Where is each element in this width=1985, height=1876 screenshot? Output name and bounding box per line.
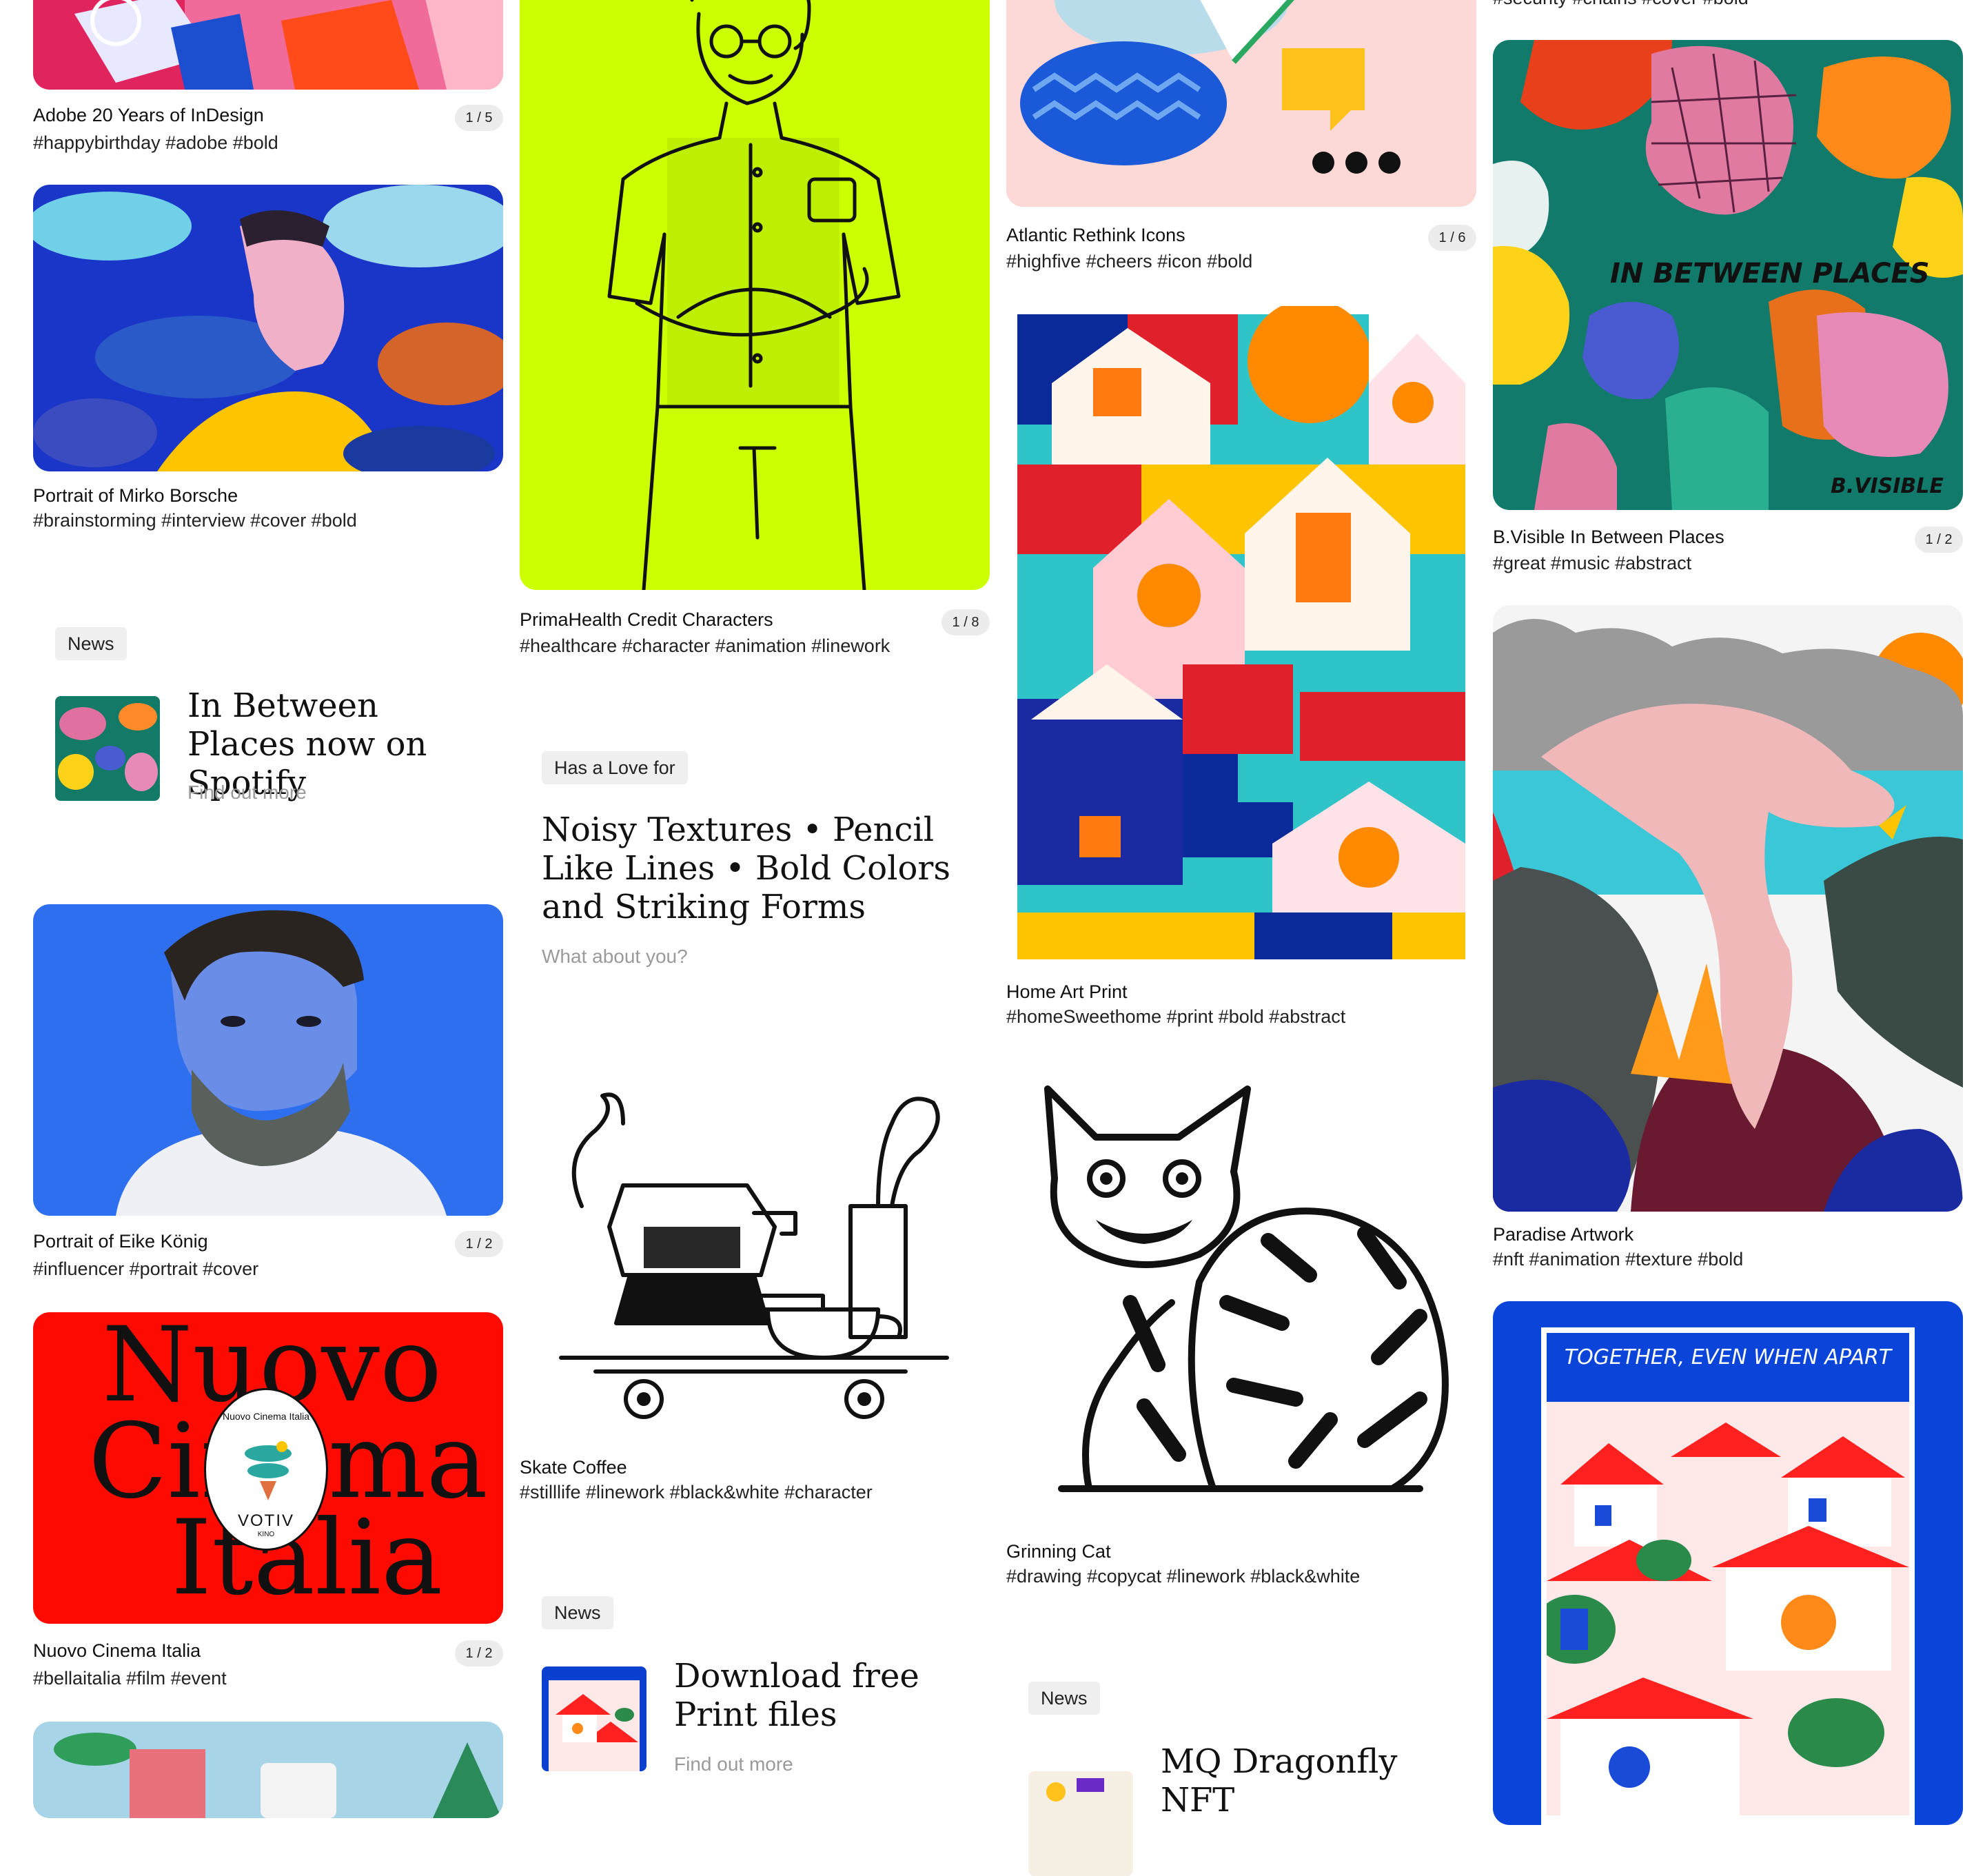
portrait-mirko-borsche-artwork[interactable] bbox=[33, 185, 503, 471]
card-tags[interactable]: #happybirthday #adobe #bold bbox=[33, 132, 278, 154]
card-tags[interactable]: #brainstorming #interview #cover #bold bbox=[33, 510, 357, 531]
card-title[interactable]: Paradise Artwork bbox=[1493, 1224, 1633, 1245]
portrait-eike-koenig-artwork[interactable] bbox=[33, 904, 503, 1216]
card-title[interactable]: PrimaHealth Credit Characters bbox=[520, 609, 773, 631]
card-tags[interactable]: #homeSweethome #print #bold #abstract bbox=[1006, 1006, 1345, 1028]
card-tags[interactable]: #healthcare #character #animation #linew… bbox=[520, 635, 890, 657]
fish-emblem-icon bbox=[245, 1441, 292, 1500]
card-tags[interactable]: #security #chains #cover #bold bbox=[1493, 0, 1749, 9]
image-count-badge: 1 / 8 bbox=[941, 609, 990, 635]
image-count-badge: 1 / 2 bbox=[455, 1231, 503, 1257]
image-count-badge: 1 / 2 bbox=[455, 1640, 503, 1666]
together-even-when-apart-artwork[interactable]: TOGETHER, EVEN WHEN APART bbox=[1493, 1301, 1963, 1825]
grinning-cat-artwork[interactable] bbox=[1006, 1075, 1476, 1530]
card-title[interactable]: B.Visible In Between Places bbox=[1493, 527, 1724, 548]
card-title[interactable]: Portrait of Mirko Borsche bbox=[33, 485, 238, 507]
seal-subtext: KINO bbox=[257, 1531, 275, 1538]
card-tags[interactable]: #drawing #copycat #linework #black&white bbox=[1006, 1566, 1360, 1587]
card-title[interactable]: Nuovo Cinema Italia bbox=[33, 1640, 201, 1662]
card-title[interactable]: Grinning Cat bbox=[1006, 1541, 1111, 1562]
love-chip: Has a Love for bbox=[542, 751, 688, 784]
project-artwork-partial[interactable] bbox=[33, 1722, 503, 1818]
card-tags[interactable]: #great #music #abstract bbox=[1493, 553, 1691, 574]
seal-text: Nuovo Cinema Italia bbox=[222, 1411, 310, 1422]
primahealth-character-artwork[interactable] bbox=[520, 0, 990, 590]
card-tags[interactable]: #highfive #cheers #icon #bold bbox=[1006, 251, 1252, 272]
find-out-more-link[interactable]: Find out more bbox=[187, 782, 307, 804]
nuovo-cinema-italia-artwork[interactable]: Nuovo Cinema Italia Nuovo Cinema Italia … bbox=[33, 1312, 503, 1624]
bvisible-in-between-places-artwork[interactable]: IN BETWEEN PLACES B.VISIBLE bbox=[1493, 40, 1963, 510]
skate-coffee-artwork[interactable] bbox=[520, 1048, 990, 1447]
card-title[interactable]: Adobe 20 Years of InDesign bbox=[33, 105, 264, 126]
card-tags[interactable]: #influencer #portrait #cover bbox=[33, 1258, 258, 1280]
image-count-badge: 1 / 2 bbox=[1915, 527, 1963, 553]
artwork-lettering: IN BETWEEN PLACES bbox=[1610, 258, 1930, 289]
seal-brand: VOTIV bbox=[237, 1511, 294, 1530]
find-out-more-link[interactable]: Find out more bbox=[674, 1753, 793, 1775]
news-chip: News bbox=[542, 1596, 613, 1629]
news-chip: News bbox=[1028, 1682, 1100, 1715]
card-tags[interactable]: #nft #animation #texture #bold bbox=[1493, 1249, 1743, 1270]
news-thumbnail[interactable] bbox=[55, 696, 160, 801]
poster-headline: TOGETHER, EVEN WHEN APART bbox=[1564, 1345, 1892, 1369]
card-title[interactable]: Portrait of Eike König bbox=[33, 1231, 208, 1252]
card-tags[interactable]: #stilllife #linework #black&white #chara… bbox=[520, 1482, 873, 1503]
news-thumbnail[interactable] bbox=[1028, 1771, 1133, 1876]
card-title[interactable]: Skate Coffee bbox=[520, 1457, 627, 1478]
news-heading[interactable]: Download free Print files bbox=[674, 1657, 950, 1734]
card-tags[interactable]: #bellaitalia #film #event bbox=[33, 1668, 227, 1689]
atlantic-rethink-icons-artwork[interactable] bbox=[1006, 0, 1476, 207]
artwork-signature: B.VISIBLE bbox=[1831, 474, 1944, 498]
image-count-badge: 1 / 6 bbox=[1428, 225, 1476, 251]
news-thumbnail[interactable] bbox=[542, 1666, 647, 1771]
what-about-you-link[interactable]: What about you? bbox=[542, 946, 688, 968]
votiv-seal: Nuovo Cinema Italia VOTIV KINO bbox=[204, 1388, 328, 1551]
news-chip: News bbox=[55, 627, 127, 660]
love-heading: Noisy Textures • Pencil Like Lines • Bol… bbox=[542, 810, 950, 926]
paradise-artwork[interactable] bbox=[1493, 605, 1963, 1212]
news-heading[interactable]: MQ Dragonfly NFT bbox=[1161, 1742, 1436, 1819]
home-art-print-artwork[interactable] bbox=[1006, 306, 1476, 968]
card-title[interactable]: Atlantic Rethink Icons bbox=[1006, 225, 1185, 246]
card-title[interactable]: Home Art Print bbox=[1006, 981, 1128, 1003]
image-count-badge: 1 / 5 bbox=[455, 105, 503, 131]
adobe-indesign-artwork[interactable] bbox=[33, 0, 503, 90]
